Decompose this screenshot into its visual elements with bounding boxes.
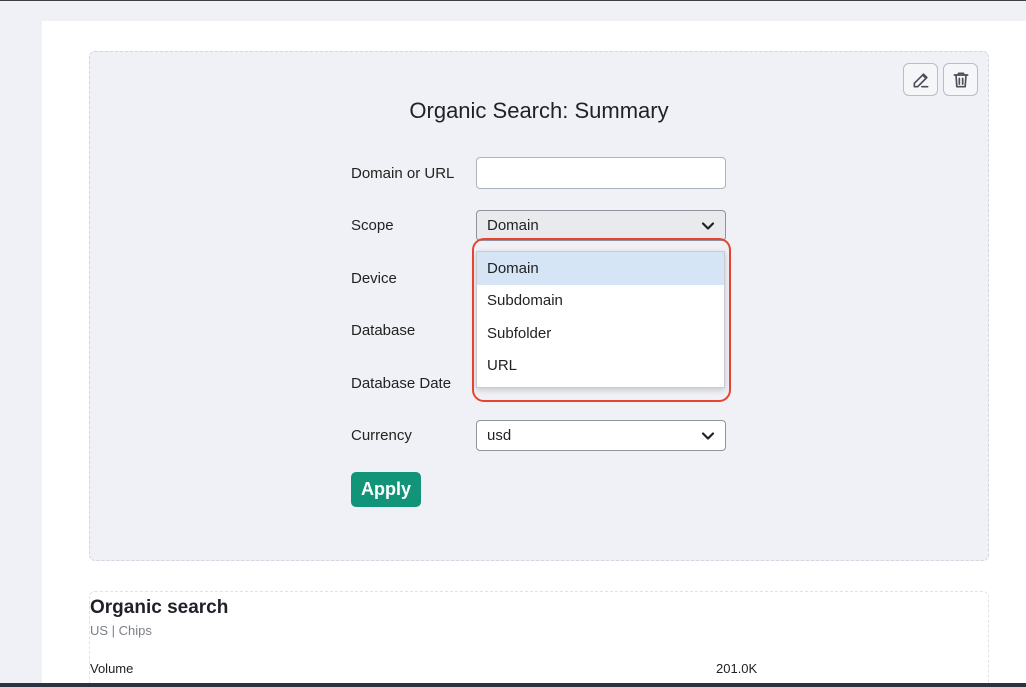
database-date-label: Database Date <box>351 375 452 392</box>
dropdown-highlight-annotation <box>472 238 731 402</box>
scope-select-value: Domain <box>487 217 539 234</box>
metric-volume-label: Volume <box>90 661 134 676</box>
device-label: Device <box>351 270 397 287</box>
results-title: Organic search <box>90 597 229 618</box>
pencil-icon <box>913 72 928 87</box>
domain-label: Domain or URL <box>351 165 455 182</box>
scope-select[interactable]: Domain <box>476 210 726 241</box>
chevron-down-icon <box>701 431 715 440</box>
domain-input[interactable] <box>476 157 726 189</box>
window-top-border <box>0 0 1026 1</box>
scope-label: Scope <box>351 217 394 234</box>
currency-select[interactable]: usd <box>476 420 726 451</box>
currency-label: Currency <box>351 427 412 444</box>
chevron-down-icon <box>701 221 715 230</box>
database-label: Database <box>351 322 416 339</box>
metric-volume-value: 201.0K <box>716 661 758 676</box>
widget-title: Organic Search: Summary <box>409 98 669 123</box>
results-subtitle: US | Chips <box>90 623 152 638</box>
currency-select-value: usd <box>487 427 512 444</box>
delete-widget-button[interactable] <box>943 63 978 96</box>
window-bottom-border <box>0 683 1026 687</box>
trash-icon <box>953 72 968 87</box>
edit-widget-button[interactable] <box>903 63 938 96</box>
apply-button[interactable]: Apply <box>351 472 421 507</box>
